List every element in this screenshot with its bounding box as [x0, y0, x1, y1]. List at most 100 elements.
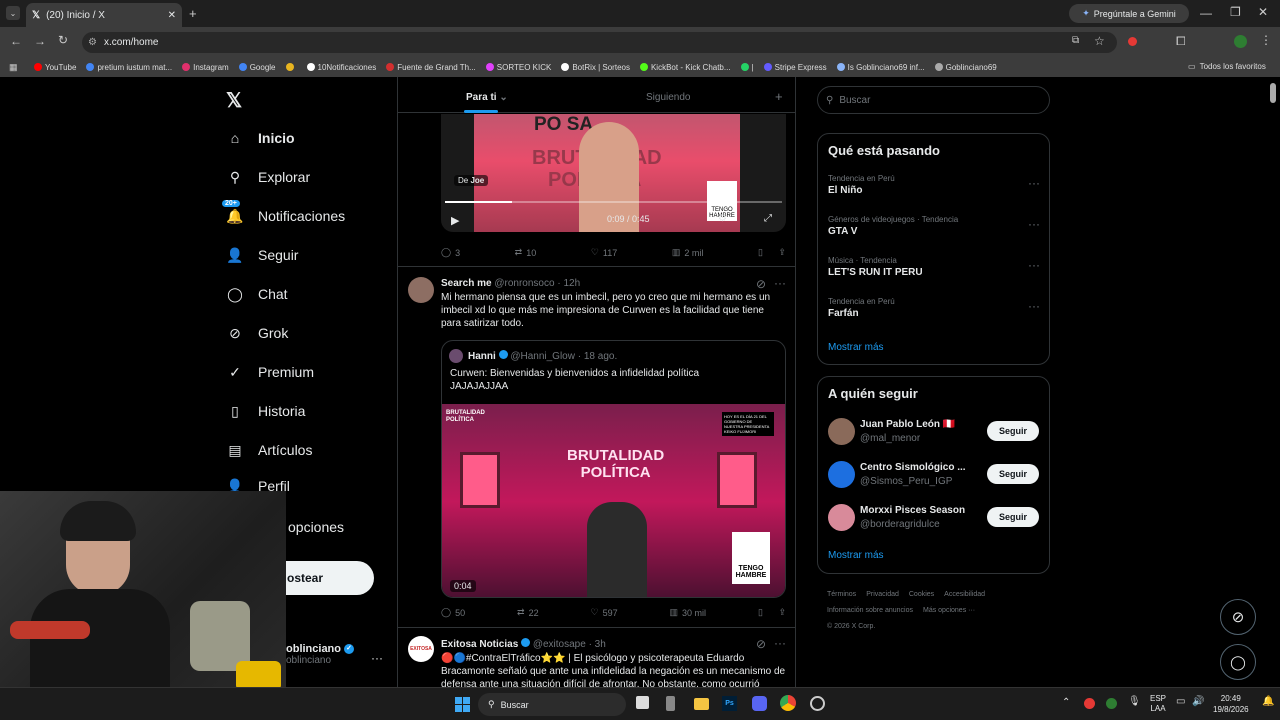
follow-suggestion[interactable]: Centro Sismológico ... @Sismos_Peru_IGP Se… [828, 460, 1040, 488]
page-scrollbar[interactable] [1270, 83, 1276, 103]
follow-button[interactable]: Seguir [987, 464, 1039, 484]
app-icon[interactable] [666, 696, 675, 711]
bookmark-item[interactable]: Is Goblinciano69 inf... [836, 63, 925, 72]
bookmark-item[interactable]: Google [238, 63, 276, 72]
reload-icon[interactable]: ↻ [58, 33, 68, 47]
grok-icon[interactable]: ⊘ [756, 637, 766, 651]
grok-float-button[interactable]: ⊘ [1220, 599, 1256, 635]
more-icon[interactable]: ··· [774, 276, 786, 290]
bookmark-item[interactable]: SORTEO KICK [485, 63, 551, 72]
nav-item-inicio[interactable]: ⌂ Inicio [226, 129, 295, 147]
nav-item-premium[interactable]: ✓ Premium [226, 363, 314, 381]
avatar[interactable] [828, 461, 855, 488]
file-explorer-icon[interactable] [694, 698, 709, 710]
discord-icon[interactable] [752, 696, 767, 711]
fullscreen-icon[interactable]: ⤢ [764, 213, 772, 224]
author-handle[interactable]: @ronronsoco [494, 278, 554, 289]
nav-item-seguir[interactable]: 👤 Seguir [226, 246, 298, 264]
author-name[interactable]: Exitosa Noticias [441, 639, 518, 650]
more-icon[interactable]: ··· [1028, 217, 1040, 231]
bookmark-item[interactable]: | [740, 63, 754, 72]
new-tab-button[interactable]: + [189, 6, 197, 21]
reply-button[interactable]: ◯ 3 [441, 247, 460, 258]
restore-button[interactable]: ❐ [1230, 5, 1241, 19]
quote-tweet[interactable]: Hanni @Hanni_Glow · 18 ago. Curwen: Bien… [441, 340, 786, 598]
trend-item[interactable]: Música · Tendencia LET'S RUN IT PERU ··· [828, 256, 1040, 278]
star-icon[interactable]: ☆ [1094, 34, 1105, 48]
search-input[interactable]: ⚲ Buscar [817, 86, 1050, 114]
author-handle[interactable]: @exitosape [533, 639, 586, 650]
close-tab-icon[interactable]: ✕ [168, 10, 176, 21]
more-icon[interactable]: ··· [774, 636, 786, 650]
avatar[interactable]: EXITOSA [408, 636, 434, 662]
tab-para-ti[interactable]: Para ti ⌄ [466, 92, 508, 103]
footer-link[interactable]: Cookies [909, 591, 934, 598]
tab-list-button[interactable]: ⌄ [6, 6, 20, 20]
like-button[interactable]: ♡ 117 [591, 247, 617, 258]
avatar[interactable] [408, 277, 434, 303]
like-button[interactable]: ♡ 597 [591, 607, 618, 618]
extension-red-icon[interactable] [1128, 37, 1137, 46]
video-progress[interactable] [445, 201, 782, 203]
more-dots-icon[interactable]: ··· [371, 651, 383, 665]
avatar[interactable] [828, 418, 855, 445]
nav-item-artículos[interactable]: ▤ Artículos [226, 441, 312, 459]
bookmark-item[interactable]: KickBot - Kick Chatb... [639, 63, 731, 72]
video-player[interactable]: PO SA BRUTALIDAD POLÍTICA TENGO HAMBRE D… [441, 114, 786, 232]
share-icon[interactable]: ⇪ [778, 607, 786, 618]
tray-app-icon[interactable] [1106, 698, 1117, 709]
bookmark-item[interactable]: Stripe Express [763, 63, 827, 72]
grok-icon[interactable]: ⊘ [756, 277, 766, 291]
chrome-icon[interactable] [780, 695, 796, 711]
nav-item-chat[interactable]: ◯ Chat [226, 285, 287, 303]
bookmark-item[interactable]: Goblinciano69 [934, 63, 997, 72]
reply-button[interactable]: ◯ 50 [441, 607, 465, 618]
photoshop-icon[interactable]: Ps [722, 696, 737, 711]
minimize-button[interactable]: — [1200, 6, 1212, 20]
play-icon[interactable]: ▶ [451, 214, 459, 227]
trend-item[interactable]: Tendencia en Perú El Niño ··· [828, 174, 1040, 196]
profile-avatar[interactable] [1234, 35, 1247, 48]
gemini-button[interactable]: ✦ Pregúntale a Gemini [1069, 4, 1189, 23]
tray-app-icon[interactable] [1084, 698, 1095, 709]
settings-icon[interactable]: ⚙ [718, 213, 727, 224]
forward-icon[interactable]: → [34, 34, 46, 48]
author-name[interactable]: Search me [441, 278, 492, 289]
post-button[interactable]: ostear [286, 561, 374, 595]
add-tab-icon[interactable]: + [775, 89, 783, 104]
footer-link[interactable]: Accesibilidad [944, 591, 985, 598]
tweet-time[interactable]: · 12h [557, 278, 580, 289]
via-label[interactable]: De Joe [454, 175, 489, 186]
extensions-icon[interactable]: ⧠ [1176, 34, 1186, 49]
footer-link[interactable]: Información sobre anuncios [827, 607, 913, 614]
bookmark-item[interactable]: 10Notificaciones [306, 63, 376, 72]
account-switcher[interactable]: oblinciano ✓ oblinciano ··· [286, 643, 386, 675]
follow-suggestion[interactable]: Juan Pablo León 🇵🇪 @mal_menor Seguir [828, 417, 1040, 445]
repost-button[interactable]: ⇄ 10 [515, 247, 537, 258]
views-button[interactable]: ▥ 30 mil [670, 607, 707, 618]
tab-siguiendo[interactable]: Siguiendo [646, 92, 690, 103]
start-icon[interactable] [455, 697, 470, 712]
more-icon[interactable]: ··· [1028, 258, 1040, 272]
bookmark-item[interactable]: YouTube [34, 63, 76, 72]
nav-item-historia[interactable]: ▯ Historia [226, 402, 305, 420]
follow-show-more[interactable]: Mostrar más [828, 550, 884, 561]
site-info-icon[interactable]: ⚙ [88, 37, 97, 48]
mic-icon[interactable]: 🎙 [1128, 696, 1141, 707]
bookmark-icon[interactable]: ▯ [758, 247, 763, 258]
follow-suggestion[interactable]: Morxxi Pisces Season @borderagridulce Segu… [828, 503, 1040, 531]
taskbar-search[interactable]: ⚲ Buscar [478, 693, 626, 716]
bookmark-item[interactable]: pretium iustum mat... [86, 63, 172, 72]
x-logo-icon[interactable]: 𝕏 [226, 88, 242, 113]
quote-video[interactable]: BRUTALIDAD POLÍTICA BRUTALIDAD POLÍTICA H… [442, 404, 785, 597]
close-window-button[interactable]: ✕ [1258, 5, 1268, 19]
notifications-icon[interactable]: 🔔 [1262, 696, 1274, 707]
menu-icon[interactable]: ⋮ [1260, 33, 1272, 47]
nav-item-explorar[interactable]: ⚲ Explorar [226, 168, 310, 186]
browser-tab[interactable]: 𝕏 (20) Inicio / X ✕ [26, 3, 182, 27]
network-icon[interactable]: ▭ [1176, 696, 1185, 707]
trend-item[interactable]: Tendencia en Perú Farfán ··· [828, 297, 1040, 319]
back-icon[interactable]: ← [10, 34, 22, 48]
bookmark-item[interactable]: BotRix | Sorteos [561, 63, 630, 72]
apps-icon[interactable]: ▦ [9, 62, 18, 73]
